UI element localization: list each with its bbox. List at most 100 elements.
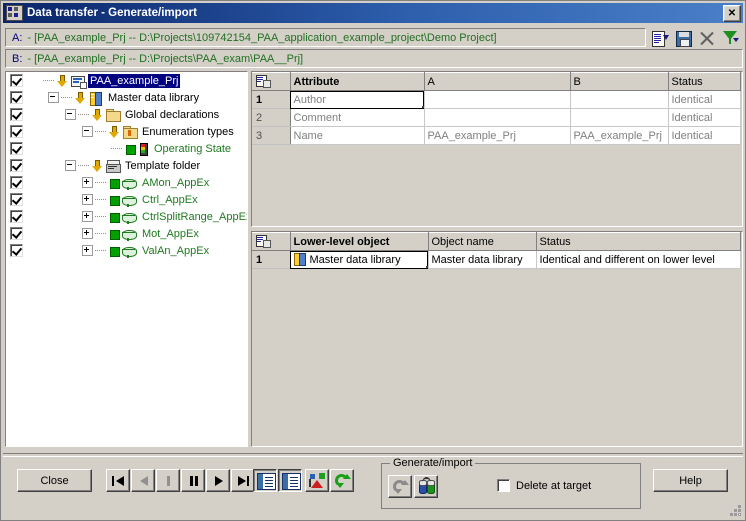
tree-checkbox[interactable] — [10, 91, 23, 104]
pause-button[interactable] — [181, 469, 205, 492]
tree-node[interactable]: ValAn_AppEx — [23, 242, 211, 259]
tree-checkbox[interactable] — [10, 108, 23, 121]
table-row[interactable]: 3 Name PAA_example_Prj PAA_example_Prj Ident… — [252, 126, 741, 145]
cell-b[interactable] — [570, 90, 669, 109]
table-row[interactable]: 2 Comment Identical — [252, 108, 741, 127]
lower-level-object-table[interactable]: Lower-level object Object name Status 1 Mast… — [251, 231, 743, 447]
tree-row[interactable]: Ctrl_AppEx — [6, 191, 247, 208]
tree-row[interactable]: AMon_AppEx — [6, 174, 247, 191]
tree-row[interactable]: PAA_example_Prj — [6, 72, 247, 89]
path-b-value: - [PAA_example_Prj -- D:\Projects\PAA_ex… — [27, 52, 304, 65]
tree-node[interactable]: Operating State — [23, 140, 233, 157]
tree-checkbox[interactable] — [10, 74, 23, 87]
cell-attribute[interactable]: Author — [290, 90, 425, 109]
collapse-toggle-icon[interactable] — [82, 126, 93, 137]
tree-row[interactable]: Enumeration types — [6, 123, 247, 140]
expand-toggle-icon[interactable] — [82, 177, 93, 188]
tree-row[interactable]: Global declarations — [6, 106, 247, 123]
tree-node[interactable]: CtrlSplitRange_AppEx — [23, 208, 247, 225]
cell-status[interactable]: Identical — [668, 126, 741, 145]
tree-checkbox[interactable] — [10, 244, 23, 257]
tree-row[interactable]: ValAn_AppEx — [6, 242, 247, 259]
tree-row[interactable]: Operating State — [6, 140, 247, 157]
tree-node[interactable]: Enumeration types — [23, 123, 236, 140]
refresh-button[interactable] — [330, 469, 354, 492]
path-bar-a[interactable]: A: - [PAA_example_Prj -- D:\Projects\109… — [5, 28, 646, 47]
object-tree[interactable]: PAA_example_Prj Master data library Global… — [5, 71, 248, 447]
column-header-lower-level-object[interactable]: Lower-level object — [290, 232, 429, 251]
cell-status[interactable]: Identical and different on lower level — [536, 250, 741, 269]
resize-grip[interactable] — [727, 502, 741, 516]
list-view-button[interactable] — [278, 469, 302, 492]
cell-a[interactable] — [424, 108, 571, 127]
transfer-arrow-icon — [92, 159, 102, 172]
cell-a[interactable]: PAA_example_Prj — [424, 126, 571, 145]
tree-node[interactable]: Global declarations — [23, 106, 221, 123]
collapse-toggle-icon[interactable] — [48, 92, 59, 103]
cell-status[interactable]: Identical — [668, 90, 741, 109]
save-icon[interactable] — [673, 29, 693, 47]
tree-checkbox[interactable] — [10, 210, 23, 223]
cell-object[interactable]: Master data library — [290, 250, 429, 269]
last-button[interactable] — [231, 469, 255, 492]
tree-checkbox[interactable] — [10, 159, 23, 172]
report-icon[interactable] — [649, 29, 669, 47]
tree-row[interactable]: Master data library — [6, 89, 247, 106]
tree-node[interactable]: PAA_example_Prj — [23, 72, 181, 89]
previous-button[interactable] — [131, 469, 155, 492]
table-row[interactable]: 1 Master data library Master data library I… — [252, 250, 741, 269]
table-row[interactable]: 1 Author Identical — [252, 90, 741, 109]
column-header-attribute[interactable]: Attribute — [290, 72, 425, 91]
expand-toggle-icon[interactable] — [82, 211, 93, 222]
cell-b[interactable] — [570, 108, 669, 127]
master-library-icon — [88, 91, 104, 106]
collapse-toggle-icon[interactable] — [65, 160, 76, 171]
expand-toggle-icon[interactable] — [82, 228, 93, 239]
delete-at-target-checkbox[interactable] — [497, 479, 510, 492]
tree-item-label: Enumeration types — [142, 125, 234, 138]
cell-a[interactable] — [424, 90, 571, 109]
transfer-button[interactable] — [414, 475, 438, 498]
tree-checkbox[interactable] — [10, 193, 23, 206]
help-button[interactable]: Help — [653, 469, 728, 492]
tree-node[interactable]: Mot_AppEx — [23, 225, 201, 242]
tree-checkbox[interactable] — [10, 125, 23, 138]
path-bar-b[interactable]: B: - [PAA_example_Prj -- D:\Projects\PAA… — [5, 49, 743, 68]
data-transfer-window: Data transfer - Generate/import ✕ A: - [… — [0, 0, 746, 521]
column-header-object-name[interactable]: Object name — [428, 232, 537, 251]
column-header-a[interactable]: A — [424, 72, 571, 91]
cell-attribute[interactable]: Name — [290, 126, 425, 145]
detail-view-button[interactable] — [253, 469, 277, 492]
step-button[interactable] — [156, 469, 180, 492]
cell-attribute[interactable]: Comment — [290, 108, 425, 127]
tree-node[interactable]: AMon_AppEx — [23, 174, 211, 191]
cell-b[interactable]: PAA_example_Prj — [570, 126, 669, 145]
tree-row[interactable]: CtrlSplitRange_AppEx — [6, 208, 247, 225]
cell-object-name[interactable]: Master data library — [428, 250, 537, 269]
tree-checkbox[interactable] — [10, 142, 23, 155]
cell-status[interactable]: Identical — [668, 108, 741, 127]
play-button[interactable] — [206, 469, 230, 492]
collapse-toggle-icon[interactable] — [65, 109, 76, 120]
column-header-status[interactable]: Status — [668, 72, 741, 91]
generate-import-label: Generate/import — [390, 457, 476, 469]
tree-row[interactable]: Template folder — [6, 157, 247, 174]
compare-button[interactable] — [305, 469, 329, 492]
delete-icon[interactable] — [697, 29, 717, 47]
regenerate-button[interactable] — [388, 475, 412, 498]
tree-checkbox[interactable] — [10, 176, 23, 189]
close-window-button[interactable]: ✕ — [723, 5, 741, 22]
tree-checkbox[interactable] — [10, 227, 23, 240]
tree-row[interactable]: Mot_AppEx — [6, 225, 247, 242]
tree-node[interactable]: Ctrl_AppEx — [23, 191, 200, 208]
first-button[interactable] — [106, 469, 130, 492]
column-header-status[interactable]: Status — [536, 232, 741, 251]
attribute-comparison-table[interactable]: Attribute A B Status 1 Author Identical 2 Commen… — [251, 71, 743, 227]
expand-toggle-icon[interactable] — [82, 194, 93, 205]
tree-node[interactable]: Master data library — [23, 89, 201, 106]
close-button[interactable]: Close — [17, 469, 92, 492]
column-header-b[interactable]: B — [570, 72, 669, 91]
tree-node[interactable]: Template folder — [23, 157, 202, 174]
expand-toggle-icon[interactable] — [82, 245, 93, 256]
filter-icon[interactable] — [721, 29, 741, 47]
